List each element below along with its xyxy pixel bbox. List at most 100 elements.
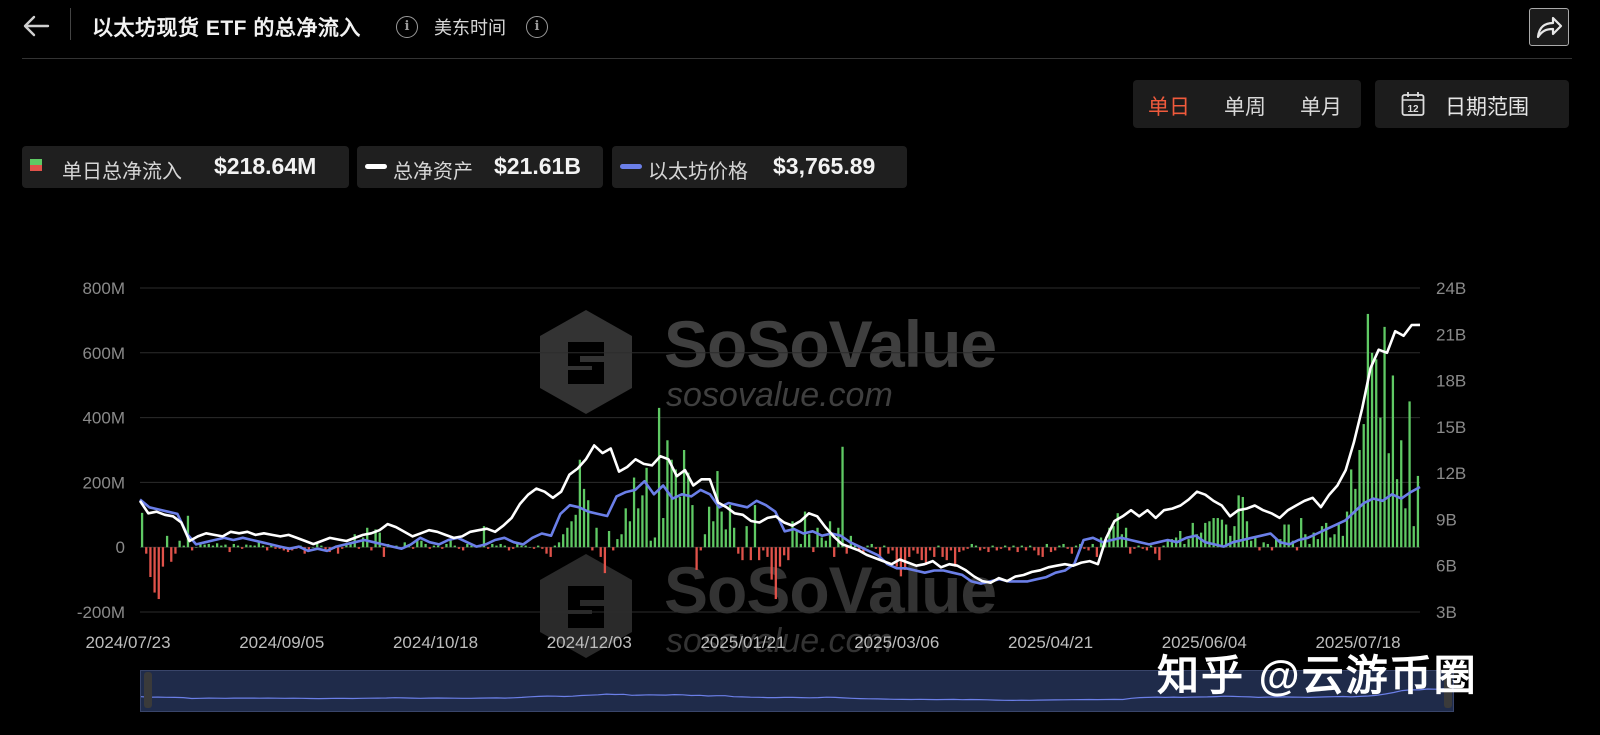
inflow-bar <box>674 469 677 548</box>
inflow-bar <box>632 477 636 548</box>
inflow-bar <box>1141 547 1144 549</box>
inflow-bar <box>165 535 169 548</box>
inflow-bar <box>157 547 160 600</box>
inflow-bar <box>1270 547 1274 551</box>
inflow-bar <box>195 547 198 548</box>
inflow-bar <box>774 547 777 600</box>
inflow-bar <box>770 547 773 580</box>
inflow-bar <box>637 508 640 548</box>
navigator-left-handle[interactable] <box>144 672 152 708</box>
inflow-bar <box>1012 545 1015 548</box>
inflow-bar <box>974 545 978 548</box>
inflow-bar <box>341 547 344 549</box>
inflow-bar <box>712 521 715 548</box>
inflow-bar <box>1249 540 1253 548</box>
inflow-bar <box>620 534 623 548</box>
tab-monthly[interactable]: 单月 <box>1300 91 1342 121</box>
inflow-bar <box>557 542 561 548</box>
y-right-tick-label: 15B <box>1436 418 1466 437</box>
inflow-bar <box>1229 535 1232 548</box>
inflow-bar <box>1408 401 1411 548</box>
timezone-label: 美东时间 <box>434 18 506 38</box>
inflow-bar <box>833 547 836 557</box>
inflow-bar <box>549 547 552 557</box>
inflow-bar <box>741 547 744 561</box>
inflow-bar <box>1233 526 1236 548</box>
inflow-bar <box>603 547 607 574</box>
timezone-info-icon[interactable]: i <box>526 16 548 38</box>
inflow-bar <box>682 450 686 548</box>
inflow-bar <box>211 545 215 548</box>
inflow-bar <box>1087 547 1090 551</box>
inflow-bar <box>870 543 873 548</box>
inflow-bar <box>495 545 498 548</box>
inflow-bar <box>1049 547 1053 553</box>
inflow-bar <box>1083 547 1086 549</box>
eth-price-line <box>139 479 1421 585</box>
inflow-bar <box>1329 537 1332 548</box>
etf-flow-chart[interactable]: 800M 600M 400M 200M 0 -200M 24B 21B 18B 15B 12B 9B 6… <box>0 270 1600 670</box>
inflow-bar <box>370 547 373 551</box>
legend-total-assets[interactable]: 总净资产 $21.61B <box>357 146 603 188</box>
inflow-bar <box>720 511 723 548</box>
inflow-bar <box>995 547 998 551</box>
date-range-button[interactable]: 12 日期范围 <box>1375 80 1569 128</box>
inflow-bar <box>574 514 577 548</box>
inflow-bar <box>1404 508 1407 548</box>
inflow-bar <box>215 543 219 548</box>
inflow-bar <box>461 547 465 551</box>
inflow-bar <box>903 547 907 570</box>
legend-eth-price[interactable]: 以太坊价格 $3,765.89 <box>612 146 907 188</box>
inflow-bar <box>153 547 156 593</box>
inflow-bar <box>336 547 340 554</box>
inflow-bar <box>366 527 369 548</box>
inflow-bar <box>866 545 869 548</box>
title-info-icon[interactable]: i <box>396 16 418 38</box>
inflow-bar <box>1120 534 1124 548</box>
inflow-bar <box>486 547 490 549</box>
inflow-bar <box>1016 547 1019 553</box>
inflow-bar <box>1074 545 1078 548</box>
inflow-bar <box>1254 537 1257 548</box>
inflow-bar <box>732 527 736 548</box>
tab-weekly[interactable]: 单周 <box>1224 91 1266 121</box>
inflow-bar <box>436 545 440 548</box>
tab-daily[interactable]: 单日 <box>1148 91 1190 121</box>
inflow-bar <box>591 547 594 551</box>
inflow-bar <box>928 547 932 551</box>
inflow-bar <box>1033 547 1036 551</box>
legend-price-label: 以太坊价格 <box>648 161 748 183</box>
inflow-bar <box>953 547 957 567</box>
inflow-bar <box>582 488 586 548</box>
inflow-bar <box>595 527 598 548</box>
inflow-bar <box>224 544 227 548</box>
inflow-bar <box>528 547 531 548</box>
inflow-bar <box>1066 547 1069 549</box>
inflow-bar <box>261 545 265 548</box>
inflow-bar <box>607 531 611 548</box>
inflow-bar <box>245 544 248 548</box>
back-arrow-icon[interactable] <box>18 8 54 44</box>
inflow-bar <box>678 496 682 548</box>
inflow-bar <box>983 547 986 549</box>
y-left-tick-label: 800M <box>82 279 125 298</box>
inflow-bar <box>699 547 702 551</box>
inflow-bar <box>1383 326 1386 548</box>
inflow-bar <box>1400 440 1403 548</box>
inflow-bar <box>562 534 565 548</box>
inflow-bar <box>1370 352 1374 548</box>
inflow-bar <box>916 547 919 554</box>
inflow-bar <box>1041 547 1044 557</box>
legend-daily-inflow[interactable]: 单日总净流入 $218.64M <box>22 146 349 188</box>
page-title: 以太坊现货 ETF 的总净流入 <box>92 17 361 40</box>
y-left-tick-label: -200M <box>77 603 125 622</box>
inflow-bar <box>253 545 256 548</box>
inflow-bar <box>1245 521 1249 548</box>
share-icon[interactable] <box>1529 8 1569 46</box>
inflow-bar <box>649 540 652 548</box>
inflow-bar <box>424 543 427 548</box>
inflow-bar <box>553 545 556 548</box>
inflow-bar <box>1412 526 1415 548</box>
y-left-tick-label: 0 <box>116 538 125 557</box>
legend-assets-swatch <box>365 164 387 169</box>
